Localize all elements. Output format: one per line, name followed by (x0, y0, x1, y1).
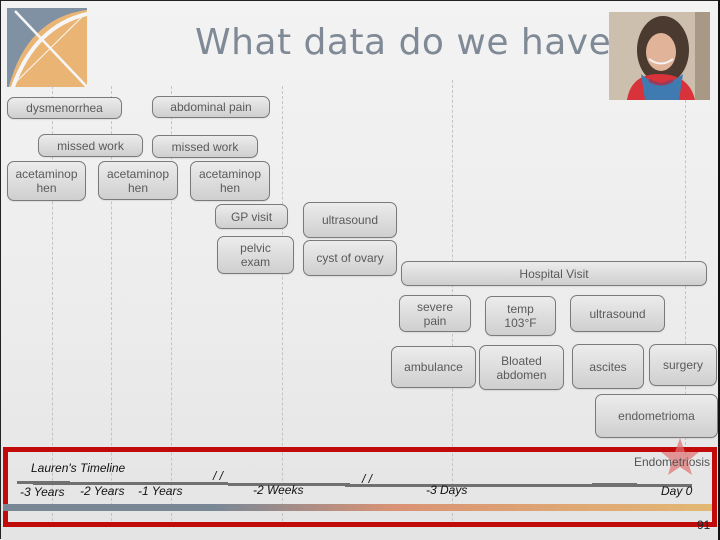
event-ultrasound[interactable]: ultrasound (303, 202, 397, 238)
event-abdominal-pain[interactable]: abdominal pain (152, 96, 270, 118)
event-missed-work[interactable]: missed work (152, 135, 258, 158)
event-temp[interactable]: temp 103°F (485, 296, 556, 336)
timeline-gradient-bar (3, 504, 712, 511)
event-ambulance[interactable]: ambulance (391, 346, 476, 388)
timeline-tick-label: -2 Weeks (253, 483, 304, 497)
event-pelvic-exam[interactable]: pelvic exam (217, 236, 294, 274)
event-ultrasound[interactable]: ultrasound (570, 295, 665, 332)
event-ascites[interactable]: ascites (572, 344, 644, 389)
event-cyst-of-ovary[interactable]: cyst of ovary (303, 240, 397, 276)
timeline-tick-label: -1 Years (138, 484, 183, 498)
event-acetaminophen[interactable]: acetaminop hen (190, 161, 270, 201)
timeline-title: Lauren's Timeline (31, 461, 126, 475)
slide-title: What data do we have? (195, 22, 631, 63)
event-severe-pain[interactable]: severe pain (399, 295, 471, 332)
event-missed-work[interactable]: missed work (38, 134, 143, 157)
timeline-break-mark: / / (362, 472, 373, 486)
event-acetaminophen[interactable]: acetaminop hen (98, 161, 178, 200)
event-acetaminophen[interactable]: acetaminop hen (7, 161, 86, 201)
event-endometrioma[interactable]: endometrioma (595, 394, 718, 438)
timeline-tick-label: Day 0 (661, 484, 693, 498)
diagnosis-label: Endometriosis (634, 455, 711, 469)
crossed-arc-logo-icon (7, 8, 87, 87)
event-gp-visit[interactable]: GP visit (215, 204, 288, 229)
event-dysmenorrhea[interactable]: dysmenorrhea (7, 97, 122, 119)
event-hospital-visit[interactable]: Hospital Visit (401, 261, 707, 286)
timeline-axis (345, 484, 605, 487)
event-bloated-abdomen[interactable]: Bloated abdomen (479, 345, 564, 390)
timeline-tick-label: -3 Days (426, 483, 468, 497)
event-surgery[interactable]: surgery (649, 344, 717, 386)
timeline-tick-label: -3 Years (20, 485, 65, 499)
person-photo (609, 12, 710, 100)
timeline-tick-label: -2 Years (80, 484, 125, 498)
timeline-break-mark: / / (213, 469, 224, 483)
page-number: 91 (697, 518, 711, 532)
